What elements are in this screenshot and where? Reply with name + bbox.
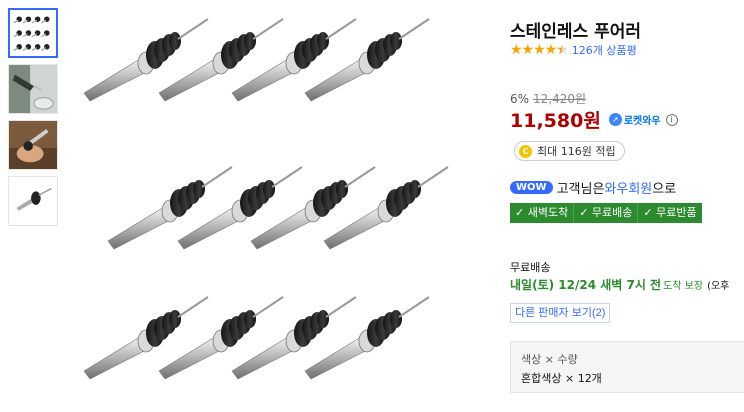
delivery-extra: (오후 xyxy=(707,281,730,292)
pouring-bottle-thumbnail-icon xyxy=(9,65,57,113)
sale-price: 11,580원 xyxy=(510,110,601,132)
option-label: 색상 × 수량 xyxy=(521,353,578,366)
coin-icon: C xyxy=(519,144,532,158)
pourers-product-image-icon xyxy=(83,18,449,380)
benefit-free-return: ✓ 무료반품 xyxy=(643,206,697,219)
thumbnail-pourers-grid[interactable] xyxy=(8,8,58,58)
option-selector[interactable]: 색상 × 수량 혼합색상 × 12개 xyxy=(510,341,744,393)
product-title: 스테인레스 푸어러 xyxy=(510,22,642,42)
wow-benefits-bar: ✓ 새벽도착 ✓ 무료배송 ✓ 무료반품 xyxy=(510,203,702,223)
review-count-link[interactable]: 126개 상품평 xyxy=(572,42,637,58)
thumbnail-pouring-bottle[interactable] xyxy=(8,64,58,114)
discount-row: 6% 12,420원 xyxy=(510,90,586,107)
thumbnail-list xyxy=(8,8,60,232)
info-icon[interactable]: i xyxy=(665,113,678,126)
price-row: 11,580원 ➚ 로켓와우 i xyxy=(510,106,678,133)
cashback-text: 최대 116원 적립 xyxy=(537,145,616,158)
wow-member-link[interactable]: 와우회원 xyxy=(604,178,652,197)
rocket-wow-badge: ➚ 로켓와우 xyxy=(608,112,661,127)
hand-holding-pourer-thumbnail-icon xyxy=(9,121,57,169)
half-star-icon: ★ xyxy=(556,42,569,58)
wow-prefix: 고객님은 xyxy=(556,182,605,197)
thumbnail-single-pourer[interactable] xyxy=(8,176,58,226)
benefit-dawn-delivery: ✓ 새벽도착 xyxy=(510,203,575,223)
delivery-date: 내일(토) 12/24 새벽 7시 전 xyxy=(510,278,662,292)
delivery-guarantee: 도착 보장 xyxy=(663,281,704,292)
wow-suffix: 으로 xyxy=(652,182,677,197)
rocket-icon: ➚ xyxy=(608,113,622,126)
option-value: 혼합색상 × 12개 xyxy=(521,372,602,385)
wow-member-row: WOW 고객님은 와우회원 으로 xyxy=(510,178,676,197)
thumbnail-hand-holding-pourer[interactable] xyxy=(8,120,58,170)
wow-badge: WOW xyxy=(510,181,553,194)
star-rating: ★★★★★ xyxy=(510,42,569,58)
single-pourer-thumbnail-icon xyxy=(9,177,57,225)
benefit-free-shipping: ✓ 무료배송 xyxy=(574,203,639,223)
discount-rate: 6% xyxy=(510,92,530,106)
main-product-image[interactable] xyxy=(72,12,472,402)
original-price: 12,420원 xyxy=(533,92,587,106)
other-sellers-button[interactable]: 다른 판매자 보기(2) xyxy=(510,303,611,323)
cashback-badge: C 최대 116원 적립 xyxy=(514,141,625,161)
rocket-label: 로켓와우 xyxy=(623,116,661,127)
pourers-grid-thumbnail-icon xyxy=(13,16,50,52)
delivery-estimate: 내일(토) 12/24 새벽 7시 전 도착 보장 (오후 xyxy=(510,276,729,293)
shipping-label: 무료배송 xyxy=(510,261,551,274)
rating-row[interactable]: ★★★★★ 126개 상품평 xyxy=(510,42,637,58)
